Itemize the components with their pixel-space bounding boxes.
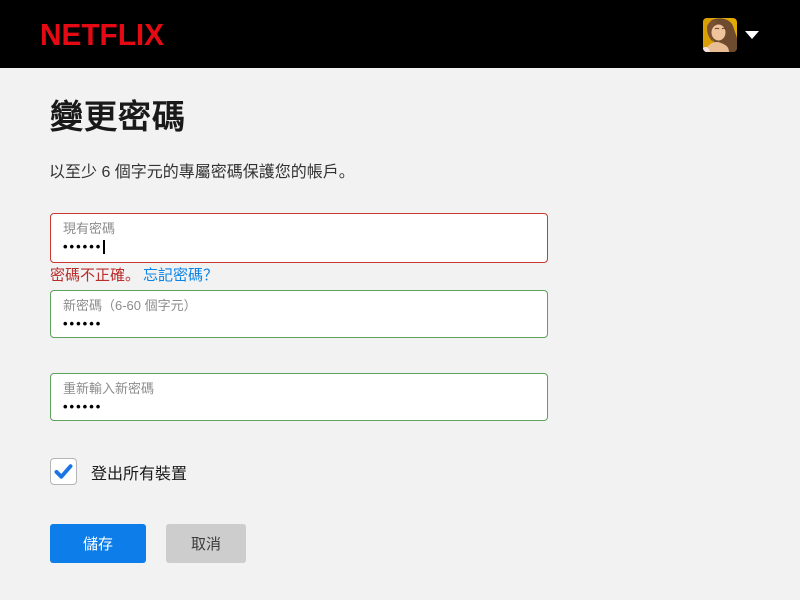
netflix-logo[interactable]: NETFLIX — [40, 17, 166, 56]
confirm-password-label: 重新輸入新密碼 — [63, 381, 155, 396]
page-title: 變更密碼 — [50, 98, 186, 135]
top-header: NETFLIX — [0, 0, 800, 68]
save-button[interactable]: 儲存 — [50, 524, 146, 563]
password-error-text: 密碼不正確。 — [50, 267, 141, 284]
current-password-field[interactable]: 現有密碼 •••••• — [50, 213, 548, 263]
new-password-value: •••••• — [63, 316, 103, 331]
confirm-password-field[interactable]: 重新輸入新密碼 •••••• — [50, 373, 548, 421]
svg-text:NETFLIX: NETFLIX — [40, 17, 164, 51]
text-cursor — [103, 240, 106, 254]
confirm-password-value: •••••• — [63, 399, 103, 414]
new-password-label: 新密碼（6-60 個字元） — [63, 298, 197, 313]
forgot-password-link[interactable]: 忘記密碼？ — [143, 267, 218, 284]
avatar-image — [703, 18, 737, 52]
checkmark-icon — [54, 464, 73, 479]
signout-all-devices-label: 登出所有裝置 — [91, 465, 188, 483]
signout-all-devices-checkbox[interactable] — [50, 458, 77, 485]
netflix-logo-text: NETFLIX — [40, 17, 164, 52]
cancel-button[interactable]: 取消 — [166, 524, 246, 563]
chevron-down-icon[interactable] — [745, 31, 759, 39]
page-subtitle: 以至少 6 個字元的專屬密碼保護您的帳戶。 — [49, 164, 355, 181]
signout-all-devices-row: 登出所有裝置 — [50, 458, 187, 485]
current-password-label: 現有密碼 — [63, 221, 116, 236]
new-password-field[interactable]: 新密碼（6-60 個字元） •••••• — [50, 290, 548, 338]
current-password-value: •••••• — [63, 238, 535, 255]
profile-avatar[interactable] — [703, 18, 737, 52]
action-buttons: 儲存 取消 — [50, 524, 246, 563]
password-error-row: 密碼不正確。 忘記密碼？ — [50, 264, 218, 285]
